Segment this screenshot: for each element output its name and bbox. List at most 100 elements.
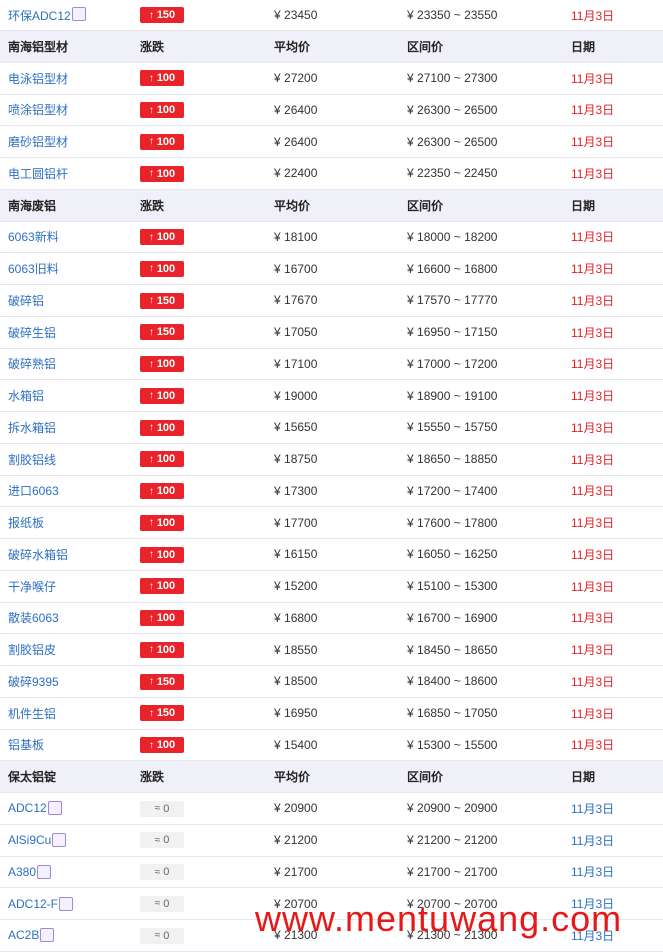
range-separator: ~	[453, 579, 461, 594]
change-value: 100	[156, 358, 176, 371]
change-cell: ≈0	[133, 895, 266, 912]
range-separator: ~	[453, 737, 461, 752]
currency-symbol: ¥	[274, 293, 281, 308]
product-name-link[interactable]: 6063新料	[0, 228, 133, 245]
arrow-up-icon: ↑	[148, 295, 154, 307]
currency-symbol: ¥	[274, 356, 281, 371]
date-cell: 11月3日	[571, 865, 615, 880]
chart-symbol-icon[interactable]	[71, 6, 86, 21]
arrow-up-icon: ↑	[148, 104, 154, 116]
section-title: 南海铝型材	[0, 38, 133, 55]
chart-symbol-icon[interactable]	[47, 801, 62, 816]
column-header-range: 区间价	[407, 198, 444, 213]
date-cell: 11月3日	[571, 611, 615, 626]
chart-symbol-icon[interactable]	[37, 864, 52, 879]
change-value: 0	[163, 834, 170, 847]
product-name-link[interactable]: 机件生铝	[0, 705, 133, 722]
range-low-value: 21200	[417, 833, 451, 848]
product-name-link[interactable]: 电泳铝型材	[0, 70, 133, 87]
arrow-up-icon: ↑	[148, 263, 154, 275]
product-name-text: 干净喉仔	[8, 579, 57, 594]
date-cell: 11月3日	[571, 262, 615, 277]
currency-symbol: ¥	[407, 579, 414, 594]
product-name-link[interactable]: 进口6063	[0, 482, 133, 499]
product-name-link[interactable]: 干净喉仔	[0, 578, 133, 595]
product-name-link[interactable]: 割胶铝皮	[0, 641, 133, 658]
product-name-text: 进口6063	[8, 484, 59, 499]
avg-price-value: 20900	[284, 801, 318, 816]
approx-icon: ≈	[154, 930, 161, 942]
product-name-link[interactable]: 破碎9395	[0, 673, 133, 690]
range-price-cell: ¥ 18450 ~ 18650	[399, 643, 563, 657]
change-value: 100	[156, 516, 176, 529]
change-cell: ↑ 100	[133, 546, 266, 563]
product-name-link[interactable]: 水箱铝	[0, 387, 133, 404]
product-name-link[interactable]: 环保ADC12	[0, 6, 133, 24]
change-cell: ↑ 150	[133, 673, 266, 690]
product-name-link[interactable]: AlSi9Cu	[0, 833, 133, 848]
date-cell: 11月3日	[571, 420, 615, 435]
table-row: 机件生铝 ↑ 150 ¥ 16950 ¥ 16850 ~ 17050 11月3日	[0, 698, 663, 730]
range-high-value: 26500	[464, 134, 498, 149]
product-name-link[interactable]: 破碎熟铝	[0, 355, 133, 372]
range-high-value: 23550	[464, 8, 498, 22]
avg-price-cell: ¥ 16800	[266, 611, 399, 625]
range-separator: ~	[453, 547, 461, 562]
product-name-link[interactable]: ADC12-F	[0, 896, 133, 911]
change-up-badge: ↑ 100	[140, 546, 184, 563]
change-up-badge: ↑ 150	[140, 324, 184, 341]
product-name-link[interactable]: 磨砂铝型材	[0, 133, 133, 150]
change-value: 100	[156, 262, 176, 275]
product-name-text: 磨砂铝型材	[8, 135, 69, 150]
arrow-up-icon: ↑	[148, 644, 154, 656]
arrow-up-icon: ↑	[148, 453, 154, 465]
table-row: 割胶铝皮 ↑ 100 ¥ 18550 ¥ 18450 ~ 18650 11月3日	[0, 634, 663, 666]
product-name-link[interactable]: AC2B	[0, 928, 133, 943]
product-name-link[interactable]: 电工圆铝杆	[0, 165, 133, 182]
chart-symbol-icon[interactable]	[52, 833, 67, 848]
arrow-up-icon: ↑	[148, 549, 154, 561]
product-name-link[interactable]: 报纸板	[0, 514, 133, 531]
range-high-value: 15750	[464, 420, 498, 435]
change-up-badge: ↑ 150	[140, 673, 184, 690]
range-high-value: 16900	[464, 610, 498, 625]
range-low-value: 27100	[417, 71, 451, 86]
product-name-link[interactable]: 散装6063	[0, 609, 133, 626]
range-low-value: 16050	[417, 547, 451, 562]
arrow-up-icon: ↑	[148, 390, 154, 402]
table-row: 铝基板 ↑ 100 ¥ 15400 ¥ 15300 ~ 15500 11月3日	[0, 730, 663, 762]
avg-price-value: 19000	[284, 388, 318, 403]
arrow-up-icon: ↑	[148, 485, 154, 497]
product-name-link[interactable]: A380	[0, 864, 133, 879]
range-low-value: 17200	[417, 483, 451, 498]
change-value: 100	[156, 548, 176, 561]
avg-price-cell: ¥ 16700	[266, 262, 399, 276]
currency-symbol: ¥	[274, 8, 281, 22]
date-cell: 11月3日	[571, 706, 615, 721]
chart-symbol-icon[interactable]	[40, 928, 55, 943]
product-name-link[interactable]: 割胶铝线	[0, 451, 133, 468]
range-low-value: 22350	[417, 166, 451, 181]
product-name-link[interactable]: ADC12	[0, 801, 133, 816]
currency-symbol: ¥	[407, 452, 414, 467]
product-name-link[interactable]: 拆水箱铝	[0, 419, 133, 436]
product-name-link[interactable]: 破碎铝	[0, 292, 133, 309]
product-name-link[interactable]: 6063旧料	[0, 260, 133, 277]
range-price-cell: ¥ 15300 ~ 15500	[399, 738, 563, 752]
range-low-value: 16600	[417, 261, 451, 276]
currency-symbol: ¥	[407, 71, 414, 86]
currency-symbol: ¥	[274, 71, 281, 86]
range-separator: ~	[453, 452, 461, 467]
avg-price-value: 15650	[284, 420, 318, 435]
currency-symbol: ¥	[407, 134, 414, 149]
product-name-text: AC2B	[8, 928, 40, 943]
range-high-value: 18850	[464, 452, 498, 467]
chart-symbol-icon[interactable]	[59, 896, 74, 911]
range-separator: ~	[453, 261, 461, 276]
range-price-cell: ¥ 15100 ~ 15300	[399, 579, 563, 593]
change-up-badge: ↑ 100	[140, 165, 184, 182]
avg-price-value: 21200	[284, 833, 318, 848]
currency-symbol: ¥	[274, 420, 281, 435]
product-name-link[interactable]: 铝基板	[0, 736, 133, 753]
product-name-link[interactable]: 破碎生铝	[0, 324, 133, 341]
